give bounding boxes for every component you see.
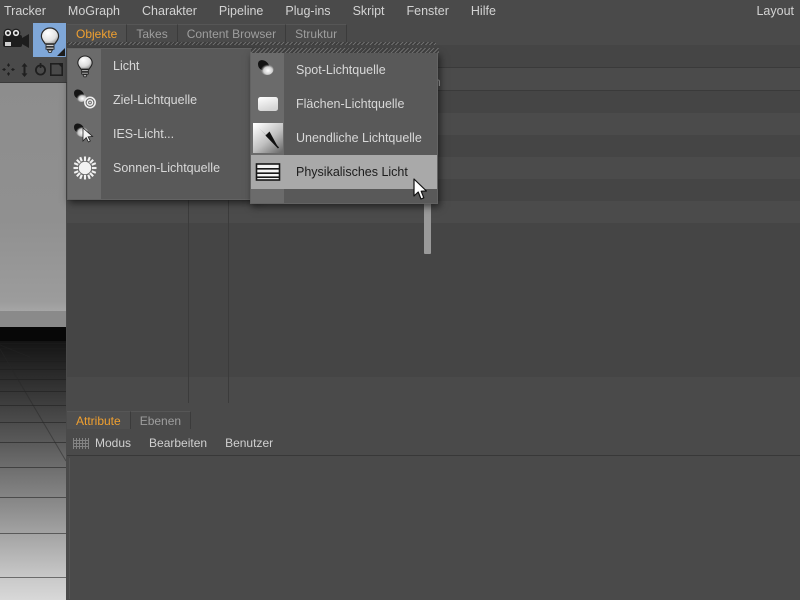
menu-item-charakter[interactable]: Charakter bbox=[142, 0, 197, 23]
tab-struktur[interactable]: Struktur bbox=[286, 24, 347, 42]
menu-item-tracker[interactable]: Tracker bbox=[4, 0, 46, 23]
attr-menu-modus[interactable]: Modus bbox=[95, 436, 131, 450]
table-row[interactable] bbox=[67, 333, 800, 355]
viewport-sky bbox=[0, 83, 66, 311]
menu-item-label: Ziel-Lichtquelle bbox=[101, 93, 197, 107]
light-dropdown-menu: Licht Ziel-Lichtquelle bbox=[67, 48, 257, 200]
menu-item-mograph[interactable]: MoGraph bbox=[68, 0, 120, 23]
light-submenu: Spot-Lichtquelle Flächen-Lichtquelle bbox=[250, 52, 438, 204]
attr-menu-benutzer[interactable]: Benutzer bbox=[225, 436, 273, 450]
infinite-light-icon bbox=[251, 121, 284, 155]
menu-item-spot-lichtquelle[interactable]: Spot-Lichtquelle bbox=[251, 53, 437, 87]
light-bulb-icon bbox=[68, 49, 101, 83]
left-tool-column bbox=[0, 23, 67, 600]
menu-item-pipeline[interactable]: Pipeline bbox=[219, 0, 263, 23]
area-light-icon bbox=[251, 87, 284, 121]
table-row[interactable] bbox=[67, 267, 800, 289]
light-tool-button[interactable] bbox=[33, 23, 66, 57]
attribute-content-area bbox=[67, 455, 800, 600]
object-creation-toolbar bbox=[0, 23, 67, 57]
menu-item-licht[interactable]: Licht bbox=[68, 49, 256, 83]
menu-item-ziel-lichtquelle[interactable]: Ziel-Lichtquelle bbox=[68, 83, 256, 117]
menu-item-sonnen-lichtquelle[interactable]: Sonnen-Lichtquelle bbox=[68, 151, 256, 185]
physical-light-icon bbox=[251, 155, 284, 189]
scale-tool-button[interactable] bbox=[16, 59, 32, 81]
rotate-tool-button[interactable] bbox=[32, 59, 48, 81]
menu-item-layout[interactable]: Layout bbox=[756, 0, 794, 23]
camera-icon bbox=[2, 28, 32, 52]
menu-item-ies-licht[interactable]: IES-Licht... bbox=[68, 117, 256, 151]
table-row[interactable] bbox=[67, 355, 800, 377]
table-row[interactable] bbox=[67, 223, 800, 245]
table-row[interactable] bbox=[67, 311, 800, 333]
menu-item-label: Spot-Lichtquelle bbox=[284, 63, 386, 77]
frame-tool-button[interactable] bbox=[48, 59, 64, 81]
menu-item-label: Licht bbox=[101, 59, 139, 73]
rotate-icon bbox=[34, 63, 47, 76]
menu-item-label: Sonnen-Lichtquelle bbox=[101, 161, 220, 175]
tab-objekte[interactable]: Objekte bbox=[67, 24, 127, 42]
attribute-menu-bar: Modus Bearbeiten Benutzer bbox=[67, 433, 800, 453]
mouse-pointer bbox=[413, 178, 429, 202]
menu-item-plugins[interactable]: Plug-ins bbox=[285, 0, 330, 23]
viewport-3d[interactable] bbox=[0, 83, 66, 600]
application-window: Tracker MoGraph Charakter Pipeline Plug-… bbox=[0, 0, 800, 600]
move-icon bbox=[2, 63, 15, 76]
spot-light-icon bbox=[251, 53, 284, 87]
drag-grip-icon[interactable] bbox=[73, 438, 89, 449]
object-manager-tabs: Objekte Takes Content Browser Struktur bbox=[67, 23, 800, 42]
ies-light-icon bbox=[68, 117, 101, 151]
sun-light-icon bbox=[68, 151, 101, 185]
target-light-icon bbox=[68, 83, 101, 117]
menu-item-unendliche-lichtquelle[interactable]: Unendliche Lichtquelle bbox=[251, 121, 437, 155]
viewport-horizon-band bbox=[0, 311, 66, 327]
tab-takes[interactable]: Takes bbox=[127, 24, 177, 42]
viewport-perspective-lines bbox=[0, 341, 66, 481]
corner-triangle-icon bbox=[57, 48, 65, 56]
main-menu-bar: Tracker MoGraph Charakter Pipeline Plug-… bbox=[0, 0, 800, 23]
viewport-floor-grid bbox=[0, 341, 66, 600]
camera-tool-button[interactable] bbox=[0, 23, 33, 57]
attr-menu-bearbeiten[interactable]: Bearbeiten bbox=[149, 436, 207, 450]
frame-icon bbox=[50, 63, 63, 76]
menu-item-flaechen-lichtquelle[interactable]: Flächen-Lichtquelle bbox=[251, 87, 437, 121]
transform-toolbar bbox=[0, 57, 67, 83]
menu-item-skript[interactable]: Skript bbox=[353, 0, 385, 23]
menu-item-label: Physikalisches Licht bbox=[284, 165, 408, 179]
table-row[interactable] bbox=[67, 289, 800, 311]
move-tool-button[interactable] bbox=[0, 59, 16, 81]
menu-item-label: IES-Licht... bbox=[101, 127, 174, 141]
tab-content-browser[interactable]: Content Browser bbox=[178, 24, 286, 42]
menu-item-fenster[interactable]: Fenster bbox=[407, 0, 449, 23]
menu-item-label: Flächen-Lichtquelle bbox=[284, 97, 404, 111]
menu-item-hilfe[interactable]: Hilfe bbox=[471, 0, 496, 23]
table-row[interactable] bbox=[67, 201, 800, 223]
tab-attribute[interactable]: Attribute bbox=[67, 411, 131, 429]
table-row[interactable] bbox=[67, 245, 800, 267]
scale-icon bbox=[18, 63, 31, 77]
menu-item-label: Unendliche Lichtquelle bbox=[284, 131, 422, 145]
tab-ebenen[interactable]: Ebenen bbox=[131, 411, 191, 429]
attribute-manager-panel: Attribute Ebenen Modus Bearbeiten Benutz… bbox=[67, 405, 800, 600]
attribute-manager-tabs: Attribute Ebenen bbox=[67, 410, 191, 429]
menu-item-physikalisches-licht[interactable]: Physikalisches Licht bbox=[251, 155, 437, 189]
